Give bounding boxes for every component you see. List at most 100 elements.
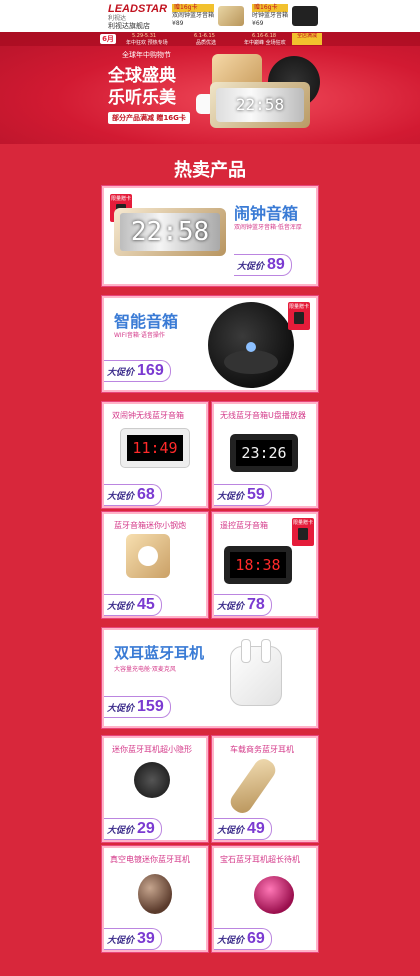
price-prefix: 大促价 [107, 935, 135, 946]
nav-label[interactable]: 品质优选 [196, 39, 216, 46]
gift-tag-text: 限量赠卡 [288, 304, 309, 310]
promo-highlight: 16G卡 [163, 114, 186, 122]
product-card-smart-speaker[interactable]: 智能音箱 WIFI音箱·语音操作 大促价 169 限量赠卡 [102, 296, 318, 392]
clock-display: 22:58 [120, 213, 220, 251]
price-prefix: 大促价 [107, 825, 135, 836]
product-image [126, 534, 170, 578]
price-value: 159 [137, 698, 164, 715]
price-badge: 大促价 59 [214, 484, 272, 506]
speaker-button [138, 546, 158, 566]
product-card-earbuds[interactable]: 双耳蓝牙耳机 大容量充电舱·双麦克风 大促价 159 [102, 628, 318, 728]
price-prefix: 大促价 [217, 825, 245, 836]
price-badge: 大促价 159 [104, 696, 171, 718]
store-header: LEADSTAR 利视达 利视达旗舰店 赠16g卡 双闹钟蓝牙音箱 ¥89 赠1… [0, 0, 420, 32]
price-value: 29 [137, 820, 155, 837]
product-subtitle: 双闹钟蓝牙音箱·低音浑厚 [234, 224, 302, 231]
full-discount-button[interactable]: 全店满减 [292, 33, 322, 45]
hero-title-2: 乐听乐美 [108, 88, 176, 108]
price-badge: 大促价 78 [214, 594, 272, 616]
product-card-plated-earphone[interactable]: 真空电镀迷你蓝牙耳机 大促价 39 [102, 846, 208, 952]
price-prefix: 大促价 [107, 601, 135, 612]
store-name[interactable]: 利视达旗舰店 [108, 22, 168, 31]
product-title: 智能音箱 [114, 312, 179, 331]
price-badge: 大促价 169 [104, 360, 171, 382]
header-promo-1[interactable]: 赠16g卡 双闹钟蓝牙音箱 ¥89 [172, 2, 245, 30]
nav-label[interactable]: 年中狂欢 预热专场 [126, 39, 168, 46]
product-card-mini-speaker[interactable]: 蓝牙音箱迷你小钢炮 大促价 45 [102, 512, 208, 618]
price-badge: 大促价 69 [214, 928, 272, 950]
product-title: 蓝牙音箱迷你小钢炮 [114, 521, 186, 530]
product-card-remote-speaker[interactable]: 遥控蓝牙音箱 限量赠卡 18:38 大促价 78 [212, 512, 318, 618]
price-prefix: 大促价 [107, 367, 135, 378]
product-title: 闹钟音箱 [234, 204, 299, 223]
product-card-usb-speaker[interactable]: 无线蓝牙音箱U盘播放器 23:26 大促价 59 [212, 402, 318, 508]
promo-thumb [292, 6, 319, 26]
hero-title-1: 全球盛典 [108, 66, 176, 86]
product-image: 23:26 [230, 434, 298, 472]
clock-speaker-image: 22:58 [210, 82, 310, 128]
price-value: 68 [137, 486, 155, 503]
product-title: 车载商务蓝牙耳机 [230, 745, 294, 754]
price-badge: 大促价 39 [104, 928, 162, 950]
event-date: 6月 [100, 34, 116, 44]
product-subtitle: 大容量充电舱·双麦克风 [114, 666, 176, 673]
promo-label: 时钟蓝牙音箱 [252, 12, 289, 19]
hero-kicker: 全球年中购物节 [122, 51, 171, 59]
clock-display: 11:49 [127, 435, 183, 461]
gift-tag: 限量赠卡 [292, 518, 314, 546]
price-badge: 大促价 49 [214, 818, 272, 840]
sd-card-icon [298, 528, 308, 540]
product-title: 真空电镀迷你蓝牙耳机 [110, 855, 190, 864]
product-title: 宝石蓝牙耳机超长待机 [220, 855, 300, 864]
price-prefix: 大促价 [237, 261, 265, 272]
product-card-alarm-speaker[interactable]: 限量赠卡 22:58 闹钟音箱 双闹钟蓝牙音箱·低音浑厚 大促价 89 [102, 186, 318, 286]
event-nav: 6月 5.29-5.31 年中狂欢 预热专场 6.1-6.15 品质优选 6.1… [0, 32, 420, 46]
product-subtitle: WIFI音箱·语音操作 [114, 332, 165, 339]
nav-label[interactable]: 年中巅峰 全场狂欢 [244, 39, 286, 46]
hero-promo: 部分产品满减 赠16G卡 [108, 112, 190, 124]
product-image [134, 762, 170, 798]
price-value: 49 [247, 820, 265, 837]
product-title: 双耳蓝牙耳机 [114, 644, 205, 662]
clock-display: 18:38 [230, 552, 286, 578]
promo-label: 双闹钟蓝牙音箱 [172, 12, 215, 19]
product-card-car-earphone[interactable]: 车载商务蓝牙耳机 大促价 49 [212, 736, 318, 842]
promo-text: 部分产品满减 赠 [112, 114, 164, 122]
hero-banner[interactable]: 6月 5.29-5.31 年中狂欢 预热专场 6.1-6.15 品质优选 6.1… [0, 32, 420, 144]
sd-card-icon [294, 312, 304, 324]
price-prefix: 大促价 [107, 491, 135, 502]
product-card-dual-alarm[interactable]: 双闹钟无线蓝牙音箱 11:49 大促价 68 [102, 402, 208, 508]
product-image: 22:58 [114, 208, 226, 256]
gift-tag: 限量赠卡 [288, 302, 310, 330]
header-promo-2[interactable]: 赠16g卡 时钟蓝牙音箱 ¥69 [252, 2, 319, 30]
price-badge: 大促价 89 [234, 254, 292, 276]
product-image: 18:38 [224, 546, 292, 584]
price-prefix: 大促价 [217, 935, 245, 946]
store-logo[interactable]: LEADSTAR 利视达 利视达旗舰店 [108, 3, 168, 31]
price-value: 59 [247, 486, 265, 503]
price-value: 45 [137, 596, 155, 613]
product-card-mini-earphone[interactable]: 迷你蓝牙耳机超小隐形 大促价 29 [102, 736, 208, 842]
product-image: 11:49 [120, 428, 190, 468]
promo-price: ¥69 [252, 20, 264, 27]
price-badge: 大促价 68 [104, 484, 162, 506]
brand-sub: 利视达 [108, 15, 127, 22]
product-title: 遥控蓝牙音箱 [220, 521, 268, 530]
clock-display: 23:26 [236, 440, 292, 466]
product-image [138, 874, 172, 914]
promo-badge: 赠16g卡 [172, 4, 215, 12]
earbud-right [261, 639, 271, 663]
price-prefix: 大促价 [217, 491, 245, 502]
product-title: 迷你蓝牙耳机超小隐形 [112, 745, 192, 754]
product-image [208, 302, 294, 388]
product-image [230, 639, 282, 706]
price-value: 39 [137, 930, 155, 947]
promo-price: ¥89 [172, 20, 184, 27]
product-card-gem-earphone[interactable]: 宝石蓝牙耳机超长待机 大促价 69 [212, 846, 318, 952]
price-value: 78 [247, 596, 265, 613]
mic-icon [246, 342, 256, 352]
price-badge: 大促价 45 [104, 594, 162, 616]
brand-name: LEADSTAR [108, 3, 168, 15]
product-image [254, 876, 294, 914]
clock-display: 22:58 [216, 88, 304, 122]
